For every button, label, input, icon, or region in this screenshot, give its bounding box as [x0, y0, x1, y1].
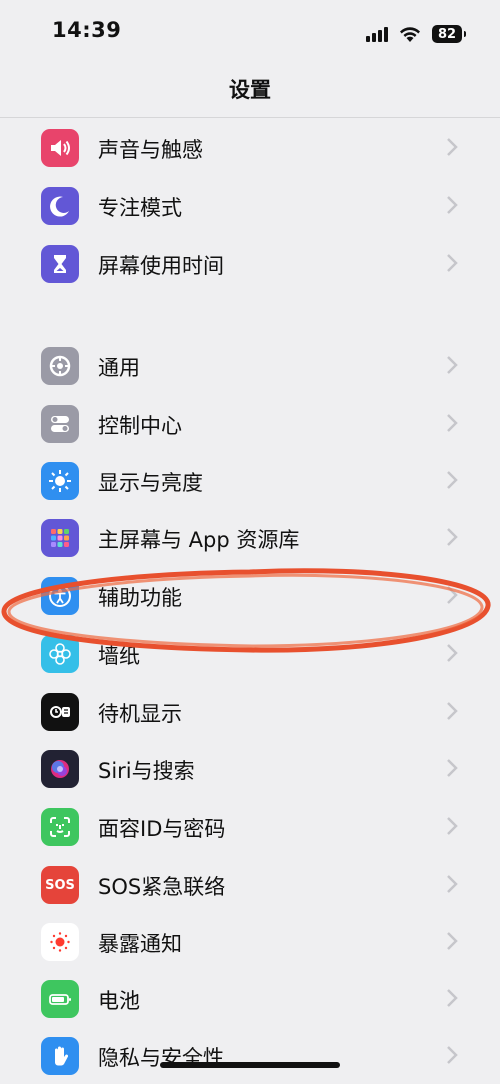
settings-item-general[interactable]: 通用: [0, 338, 500, 394]
settings-item-home-screen[interactable]: 主屏幕与 App 资源库: [0, 510, 500, 566]
settings-item-label: Siri与搜索: [98, 759, 195, 783]
standby-icon: [41, 693, 79, 731]
flower-icon: [41, 635, 79, 673]
sun-icon: [41, 462, 79, 500]
settings-item-privacy[interactable]: 隐私与安全性: [0, 1028, 500, 1084]
settings-item-emergency-sos[interactable]: SOS SOS紧急联络: [0, 857, 500, 913]
chevron-right-icon: [446, 643, 458, 663]
app-grid-icon: [41, 519, 79, 557]
chevron-right-icon: [446, 470, 458, 490]
chevron-right-icon: [446, 413, 458, 433]
chevron-right-icon: [446, 758, 458, 778]
status-icons: 82: [366, 22, 466, 46]
speaker-icon: [41, 129, 79, 167]
nav-divider: [0, 117, 500, 118]
page-title: 设置: [229, 78, 271, 102]
settings-item-label: 主屏幕与 App 资源库: [98, 528, 300, 552]
chevron-right-icon: [446, 988, 458, 1008]
chevron-right-icon: [446, 874, 458, 894]
settings-item-label: 待机显示: [98, 702, 182, 726]
settings-item-sounds[interactable]: 声音与触感: [0, 120, 500, 176]
chevron-right-icon: [446, 527, 458, 547]
settings-item-label: 电池: [98, 989, 140, 1013]
settings-item-label: 专注模式: [98, 196, 182, 220]
settings-item-accessibility[interactable]: 辅助功能: [0, 568, 500, 624]
moon-icon: [41, 187, 79, 225]
chevron-right-icon: [446, 816, 458, 836]
settings-item-wallpaper[interactable]: 墙纸: [0, 626, 500, 682]
sos-icon: SOS: [41, 866, 79, 904]
toggles-icon: [41, 405, 79, 443]
cellular-signal-icon: [366, 26, 388, 42]
status-bar: 14:39 82: [0, 0, 500, 64]
settings-item-siri[interactable]: Siri与搜索: [0, 741, 500, 797]
siri-icon: [41, 750, 79, 788]
chevron-right-icon: [446, 195, 458, 215]
gear-icon: [41, 347, 79, 385]
chevron-right-icon: [446, 1045, 458, 1065]
settings-item-focus[interactable]: 专注模式: [0, 178, 500, 234]
wifi-icon: [400, 27, 420, 42]
chevron-right-icon: [446, 931, 458, 951]
settings-item-exposure-notifications[interactable]: 暴露通知: [0, 914, 500, 970]
settings-item-label: 声音与触感: [98, 138, 203, 162]
settings-item-display[interactable]: 显示与亮度: [0, 453, 500, 509]
settings-item-label: 屏幕使用时间: [98, 254, 224, 278]
face-id-icon: [41, 808, 79, 846]
battery-indicator: 82: [432, 25, 466, 43]
chevron-right-icon: [446, 701, 458, 721]
settings-item-label: 暴露通知: [98, 932, 182, 956]
chevron-right-icon: [446, 137, 458, 157]
settings-item-label: 辅助功能: [98, 586, 182, 610]
settings-item-label: 面容ID与密码: [98, 817, 226, 841]
battery-icon: [41, 980, 79, 1018]
settings-item-label: 控制中心: [98, 414, 182, 438]
hourglass-icon: [41, 245, 79, 283]
settings-item-battery[interactable]: 电池: [0, 971, 500, 1027]
sos-icon-text: SOS: [45, 877, 75, 893]
home-indicator: [160, 1062, 340, 1068]
accessibility-icon: [41, 577, 79, 615]
chevron-right-icon: [446, 585, 458, 605]
settings-item-label: SOS紧急联络: [98, 875, 226, 899]
status-time: 14:39: [52, 18, 122, 42]
chevron-right-icon: [446, 355, 458, 375]
chevron-right-icon: [446, 253, 458, 273]
exposure-icon: [41, 923, 79, 961]
settings-item-label: 显示与亮度: [98, 471, 203, 495]
settings-item-face-id[interactable]: 面容ID与密码: [0, 799, 500, 855]
settings-item-screen-time[interactable]: 屏幕使用时间: [0, 236, 500, 292]
settings-item-label: 墙纸: [98, 644, 140, 668]
settings-item-control-center[interactable]: 控制中心: [0, 396, 500, 452]
settings-item-label: 通用: [98, 356, 140, 380]
settings-item-standby[interactable]: 待机显示: [0, 684, 500, 740]
hand-icon: [41, 1037, 79, 1075]
